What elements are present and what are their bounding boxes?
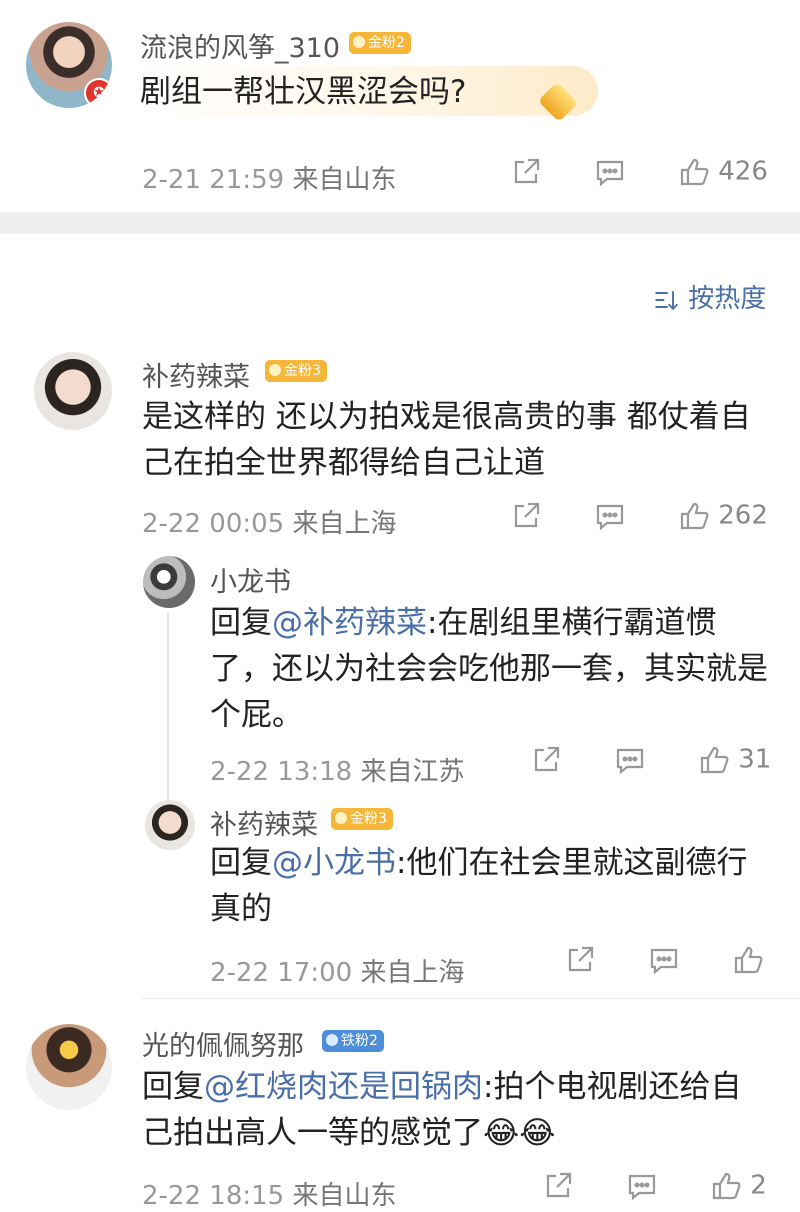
comment-text: 回复@红烧肉还是回锅肉:拍个电视剧还给自己拍出高人一等的感觉了😂😂	[142, 1069, 742, 1151]
avatar[interactable]	[145, 800, 195, 850]
thumb-up-icon	[734, 946, 763, 974]
username[interactable]: 小龙书	[210, 560, 291, 599]
username[interactable]: 补药辣菜	[210, 803, 318, 842]
like-button[interactable]: 426	[678, 156, 768, 188]
username[interactable]: 补药辣菜	[142, 355, 250, 394]
like-button[interactable]: 2	[710, 1170, 767, 1202]
comment-button[interactable]	[594, 156, 626, 188]
reply-text: 回复@补药辣菜:在剧组里横行霸道惯了，还以为社会会吃他那一套，其实就是个屁。	[210, 605, 768, 733]
verified-icon: ✪	[84, 78, 112, 108]
username[interactable]: 光的佩佩努那	[142, 1024, 304, 1063]
fan-badge: 金粉2	[349, 32, 411, 54]
reply-text: 回复@小龙书:他们在社会里就这副德行 真的	[210, 845, 748, 927]
mention-link[interactable]: @小龙书	[272, 845, 396, 881]
mention-link[interactable]: @补药辣菜	[272, 605, 427, 641]
comment-time: 2-22 18:15 来自山东	[142, 1181, 397, 1211]
share-button[interactable]	[510, 156, 542, 188]
share-button[interactable]	[542, 1170, 574, 1202]
like-count: 262	[718, 500, 768, 531]
comment-button[interactable]	[626, 1170, 658, 1202]
thumb-up-icon	[700, 746, 729, 774]
badge-icon	[326, 1034, 338, 1046]
like-count: 31	[738, 744, 772, 775]
laugh-cry-emoji: 😂😂	[483, 1115, 556, 1151]
fan-badge: 铁粉2	[322, 1030, 384, 1052]
sort-icon	[655, 290, 679, 310]
fan-badge: 金粉3	[265, 360, 327, 382]
avatar[interactable]	[34, 352, 112, 430]
fan-badge: 金粉3	[331, 808, 393, 830]
comment-button[interactable]	[594, 500, 626, 532]
avatar[interactable]: ✪	[26, 22, 112, 108]
like-count: 2	[750, 1170, 767, 1201]
section-divider	[0, 212, 800, 234]
sort-toggle[interactable]: 按热度	[652, 278, 766, 315]
post-text: 剧组一帮壮汉黑涩会吗?	[140, 74, 467, 110]
mention-link[interactable]: @红烧肉还是回锅肉	[204, 1069, 483, 1105]
thumb-up-icon	[712, 1172, 741, 1200]
badge-icon	[269, 364, 281, 376]
share-button[interactable]	[510, 500, 542, 532]
share-button[interactable]	[564, 944, 596, 976]
badge-icon	[335, 812, 347, 824]
comment-button[interactable]	[648, 944, 680, 976]
comment-time: 2-22 00:05 来自上海	[142, 509, 397, 539]
like-count: 426	[718, 156, 768, 187]
reply-time: 2-22 17:00 来自上海	[210, 958, 465, 988]
avatar[interactable]	[26, 1024, 112, 1110]
badge-icon	[353, 36, 365, 48]
comment-text: 是这样的 还以为拍戏是很高贵的事 都仗着自己在拍全世界都得给自己让道	[142, 399, 751, 481]
reply-time: 2-22 13:18 来自江苏	[210, 757, 465, 787]
thumb-up-icon	[680, 158, 709, 186]
thumb-up-icon	[680, 502, 709, 530]
comment-separator	[142, 998, 800, 999]
like-button[interactable]: 31	[698, 744, 771, 776]
username[interactable]: 流浪的风筝_310	[140, 26, 340, 65]
like-button[interactable]: 262	[678, 500, 768, 532]
share-button[interactable]	[530, 744, 562, 776]
avatar[interactable]	[143, 556, 195, 608]
post-time: 2-21 21:59 来自山东	[142, 165, 397, 195]
thread-line	[167, 612, 169, 802]
like-button[interactable]	[732, 944, 764, 976]
comment-button[interactable]	[614, 744, 646, 776]
